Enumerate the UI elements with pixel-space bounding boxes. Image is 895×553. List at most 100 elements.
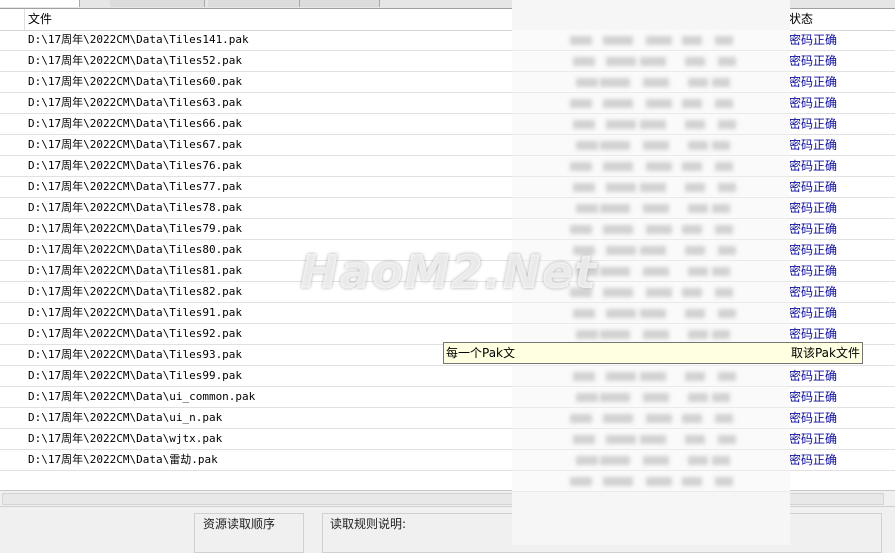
tab-3[interactable]: [208, 0, 300, 7]
redacted-block: [715, 99, 733, 108]
redacted-block: [646, 288, 672, 297]
file-path-cell: D:\17周年\2022CM\Data\Tiles91.pak: [28, 306, 243, 319]
redacted-row: [512, 177, 790, 198]
redacted-block: [685, 372, 705, 381]
redacted-row: [512, 156, 790, 177]
tab-2[interactable]: [110, 0, 205, 7]
redacted-row: [512, 471, 790, 492]
redacted-block: [718, 372, 736, 381]
redacted-block: [682, 477, 702, 486]
redacted-block: [573, 435, 595, 444]
redacted-block: [576, 330, 598, 339]
file-path-cell: D:\17周年\2022CM\Data\Tiles79.pak: [28, 222, 243, 235]
redacted-block: [718, 183, 736, 192]
redacted-block: [715, 225, 733, 234]
redacted-block: [640, 435, 666, 444]
tab-1[interactable]: [0, 0, 80, 7]
redacted-block: [712, 393, 730, 402]
tab-4[interactable]: [300, 0, 380, 7]
redacted-block: [712, 267, 730, 276]
redacted-block: [688, 456, 708, 465]
redacted-block: [606, 435, 636, 444]
redacted-block: [712, 456, 730, 465]
redacted-block: [646, 99, 672, 108]
redacted-row: [512, 387, 790, 408]
redacted-block: [682, 162, 702, 171]
redacted-block: [570, 225, 592, 234]
redacted-block: [646, 225, 672, 234]
redacted-block: [640, 246, 666, 255]
file-path-cell: D:\17周年\2022CM\Data\Tiles77.pak: [28, 180, 243, 193]
status-cell: 密码正确: [789, 33, 838, 47]
redacted-block: [682, 225, 702, 234]
redacted-block: [603, 162, 633, 171]
redacted-block: [718, 435, 736, 444]
redacted-block: [603, 477, 633, 486]
status-cell: 密码正确: [789, 327, 838, 341]
redacted-block: [643, 456, 669, 465]
file-path-cell: D:\17周年\2022CM\Data\Tiles60.pak: [28, 75, 243, 88]
redacted-block: [573, 120, 595, 129]
redacted-block: [603, 99, 633, 108]
redacted-block: [688, 393, 708, 402]
file-path-cell: D:\17周年\2022CM\Data\Tiles63.pak: [28, 96, 243, 109]
redacted-block: [682, 414, 702, 423]
redacted-block: [682, 99, 702, 108]
redacted-row: [512, 93, 790, 114]
redacted-block: [576, 456, 598, 465]
redacted-block: [603, 36, 633, 45]
column-header-file[interactable]: 文件: [28, 9, 52, 30]
redacted-block: [573, 183, 595, 192]
redacted-block: [685, 57, 705, 66]
redacted-block: [685, 435, 705, 444]
file-path-cell: D:\17周年\2022CM\Data\Tiles80.pak: [28, 243, 243, 256]
status-cell: 密码正确: [789, 243, 838, 257]
redacted-block: [570, 162, 592, 171]
redacted-row: [512, 135, 790, 156]
status-cell: 密码正确: [789, 138, 838, 152]
redacted-block: [718, 120, 736, 129]
redacted-block: [646, 36, 672, 45]
redacted-block: [643, 267, 669, 276]
redacted-block: [712, 204, 730, 213]
redacted-block: [570, 36, 592, 45]
file-path-cell: D:\17周年\2022CM\Data\Tiles93.pak: [28, 348, 243, 361]
redacted-row: [512, 303, 790, 324]
column-header-status[interactable]: 状态: [789, 9, 813, 30]
file-path-cell: D:\17周年\2022CM\Data\Tiles82.pak: [28, 285, 243, 298]
redacted-block: [688, 204, 708, 213]
redacted-block: [600, 456, 630, 465]
redacted-row: [512, 51, 790, 72]
redacted-block: [573, 372, 595, 381]
redacted-row: [512, 198, 790, 219]
status-cell: 密码正确: [789, 369, 838, 383]
redacted-row: [512, 114, 790, 135]
redacted-block: [718, 309, 736, 318]
redacted-block: [718, 246, 736, 255]
redacted-row: [512, 429, 790, 450]
redacted-block: [640, 372, 666, 381]
redacted-block: [688, 141, 708, 150]
redacted-row: [512, 408, 790, 429]
redacted-block: [643, 393, 669, 402]
status-cell: 密码正确: [789, 222, 838, 236]
status-cell: 密码正确: [789, 96, 838, 110]
file-path-cell: D:\17周年\2022CM\Data\Tiles81.pak: [28, 264, 243, 277]
redacted-block: [688, 267, 708, 276]
redacted-block: [712, 141, 730, 150]
redacted-block: [603, 225, 633, 234]
status-cell: 密码正确: [789, 201, 838, 215]
redacted-block: [640, 309, 666, 318]
redacted-block: [712, 330, 730, 339]
redacted-block: [643, 78, 669, 87]
file-path-cell: D:\17周年\2022CM\Data\Tiles52.pak: [28, 54, 243, 67]
redacted-block: [573, 57, 595, 66]
header-separator[interactable]: [24, 9, 25, 30]
file-path-cell: D:\17周年\2022CM\Data\ui_n.pak: [28, 411, 223, 424]
rules-text-obscured: [352, 537, 512, 545]
watermark-logo: HaoM2.Net: [300, 245, 598, 299]
redacted-block: [606, 57, 636, 66]
redacted-block: [570, 414, 592, 423]
redacted-block: [606, 183, 636, 192]
status-cell: 密码正确: [789, 264, 838, 278]
